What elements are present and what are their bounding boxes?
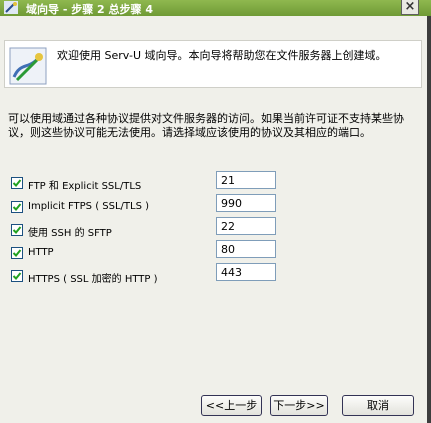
ftps-checkbox[interactable] — [11, 201, 23, 213]
protocol-label: HTTPS ( SSL 加密的 HTTP ) — [28, 274, 158, 285]
ftp-checkbox[interactable] — [11, 177, 23, 189]
sftp-checkbox[interactable] — [11, 224, 23, 236]
checkmark-icon — [12, 203, 22, 211]
protocol-description: 可以使用域通过各种协议提供对文件服务器的访问。如果当前许可证不支持某些协议，则这… — [8, 112, 404, 139]
welcome-banner: 欢迎使用 Serv-U 域向导。本向导将帮助您在文件服务器上创建域。 — [4, 40, 422, 88]
checkmark-icon — [12, 249, 22, 257]
https-checkbox[interactable] — [11, 270, 23, 282]
https-port-input[interactable] — [216, 263, 276, 281]
ftps-port-input[interactable] — [216, 194, 276, 212]
window-title: 域向导 - 步骤 2 总步骤 4 — [26, 3, 154, 16]
ftp-port-input[interactable] — [216, 171, 276, 189]
banner-text: 欢迎使用 Serv-U 域向导。本向导将帮助您在文件服务器上创建域。 — [57, 49, 387, 62]
protocol-label: Implicit FTPS ( SSL/TLS ) — [28, 201, 150, 212]
protocol-label: HTTP — [28, 247, 54, 258]
window-edge — [427, 16, 431, 423]
close-button[interactable]: × — [401, 0, 419, 15]
http-checkbox[interactable] — [11, 247, 23, 259]
wizard-icon — [9, 47, 47, 85]
checkmark-icon — [12, 226, 22, 234]
http-port-input[interactable] — [216, 240, 276, 258]
checkmark-icon — [12, 179, 22, 187]
checkmark-icon — [12, 272, 22, 280]
next-button[interactable]: 下一步>> — [270, 395, 328, 416]
protocol-label: 使用 SSH 的 SFTP — [28, 228, 112, 239]
back-button[interactable]: <<上一步 — [201, 395, 262, 416]
wizard-icon — [4, 1, 18, 14]
cancel-button[interactable]: 取消 — [342, 395, 414, 416]
protocol-label: FTP 和 Explicit SSL/TLS — [28, 181, 142, 192]
title-bar: 域向导 - 步骤 2 总步骤 4 × — [0, 0, 431, 16]
sftp-port-input[interactable] — [216, 217, 276, 235]
